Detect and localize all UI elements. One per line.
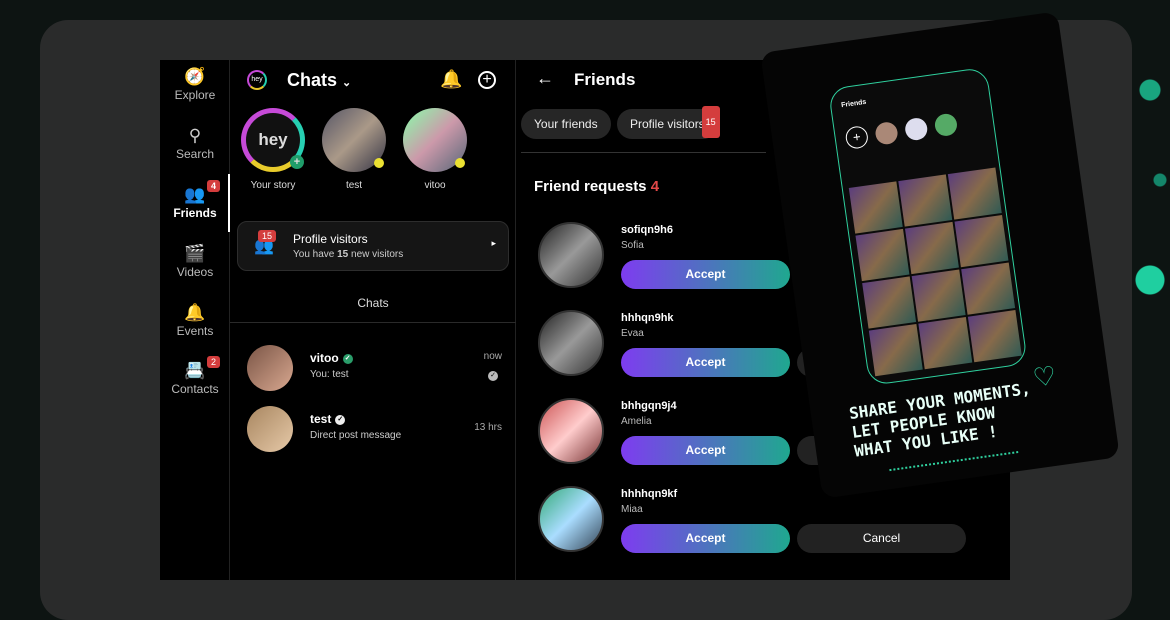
avatar <box>538 222 604 288</box>
chevron-right-icon: ▸ <box>491 238 496 248</box>
avatar <box>247 406 293 452</box>
promo-poster: Friends + ♡ SHARE YOUR MOMENTS, LET PEOP… <box>760 11 1120 499</box>
story-your[interactable]: hey + Your story <box>240 108 306 191</box>
photo-grid <box>848 167 1022 377</box>
friend-requests-heading: Friend requests 4 <box>534 178 660 195</box>
phone-mockup: Friends + <box>827 66 1029 387</box>
profile-visitors-card[interactable]: 👥 15 Profile visitors You have 15 new vi… <box>237 221 509 271</box>
avatar <box>903 116 929 142</box>
chevron-down-icon: ⌄ <box>342 77 352 89</box>
avatar <box>874 120 899 146</box>
sidebar-item-videos[interactable]: 🎬 Videos <box>160 243 230 279</box>
contacts-badge: 2 <box>207 356 221 368</box>
visitors-badge: 15 <box>701 106 720 138</box>
accept-button[interactable]: Accept <box>621 260 790 289</box>
search-icon: ⚲ <box>188 126 202 145</box>
compass-icon: 🧭 <box>184 67 206 86</box>
tab-profile-visitors[interactable]: Profile visitors 15 <box>617 106 720 139</box>
avatar <box>933 112 959 138</box>
sidebar-item-events[interactable]: 🔔 Events <box>160 302 230 338</box>
sidebar-item-contacts[interactable]: 📇 Contacts 2 <box>160 356 230 396</box>
hey-logo: hey <box>247 70 267 90</box>
avatar <box>538 486 604 552</box>
clapperboard-icon: 🎬 <box>184 244 206 263</box>
add-friend-icon: + <box>844 125 870 150</box>
accept-button[interactable]: Accept <box>621 348 790 377</box>
story-test[interactable]: test <box>321 108 387 191</box>
back-arrow-icon[interactable]: ← <box>536 68 554 89</box>
chats-panel: hey Chats ⌄ 🔔 + hey + Your story test vito… <box>230 60 516 580</box>
avatar <box>538 398 604 464</box>
chat-row[interactable]: vitoo ✓ You: test now ✓ <box>230 345 516 400</box>
chats-title-dropdown[interactable]: Chats ⌄ <box>287 70 351 91</box>
read-check-icon: ✓ <box>488 371 498 381</box>
divider <box>521 152 766 153</box>
your-story-avatar: hey + <box>241 108 305 172</box>
slogan: SHARE YOUR MOMENTS, LET PEOPLE KNOW WHAT… <box>847 378 1032 461</box>
bell-icon[interactable]: 🔔 <box>440 69 462 90</box>
sidebar-item-explore[interactable]: 🧭 Explore <box>160 66 230 102</box>
friends-title: Friends <box>574 70 636 89</box>
chats-section-label: Chats <box>230 285 516 323</box>
avatar <box>538 310 604 376</box>
story-vitoo[interactable]: vitoo <box>402 108 468 191</box>
cancel-button[interactable]: Cancel <box>797 524 966 553</box>
avatar <box>403 108 467 172</box>
add-story-icon[interactable]: + <box>290 155 304 169</box>
verified-icon: ✓ <box>342 353 353 364</box>
heart-icon: ♡ <box>1030 360 1059 394</box>
friend-request: hhhhqn9kf Miaa Accept Cancel <box>516 486 1010 574</box>
online-dot <box>455 158 465 168</box>
accept-button[interactable]: Accept <box>621 524 790 553</box>
sidebar-item-friends[interactable]: 👥 Friends 4 <box>160 180 230 220</box>
sidebar: 🧭 Explore ⚲ Search 👥 Friends 4 🎬 Videos 🔔 Even… <box>160 60 230 580</box>
chat-row[interactable]: test ✓ Direct post message 13 hrs <box>230 406 516 461</box>
bell-icon: 🔔 <box>184 303 206 322</box>
friends-badge: 4 <box>207 180 221 192</box>
accept-button[interactable]: Accept <box>621 436 790 465</box>
online-dot <box>374 158 384 168</box>
avatar <box>247 345 293 391</box>
avatar <box>322 108 386 172</box>
sidebar-item-search[interactable]: ⚲ Search <box>160 125 230 161</box>
tab-your-friends[interactable]: Your friends <box>521 109 611 139</box>
visitors-badge: 15 <box>258 230 277 242</box>
verified-icon: ✓ <box>335 414 346 425</box>
new-chat-icon[interactable]: + <box>478 71 496 89</box>
